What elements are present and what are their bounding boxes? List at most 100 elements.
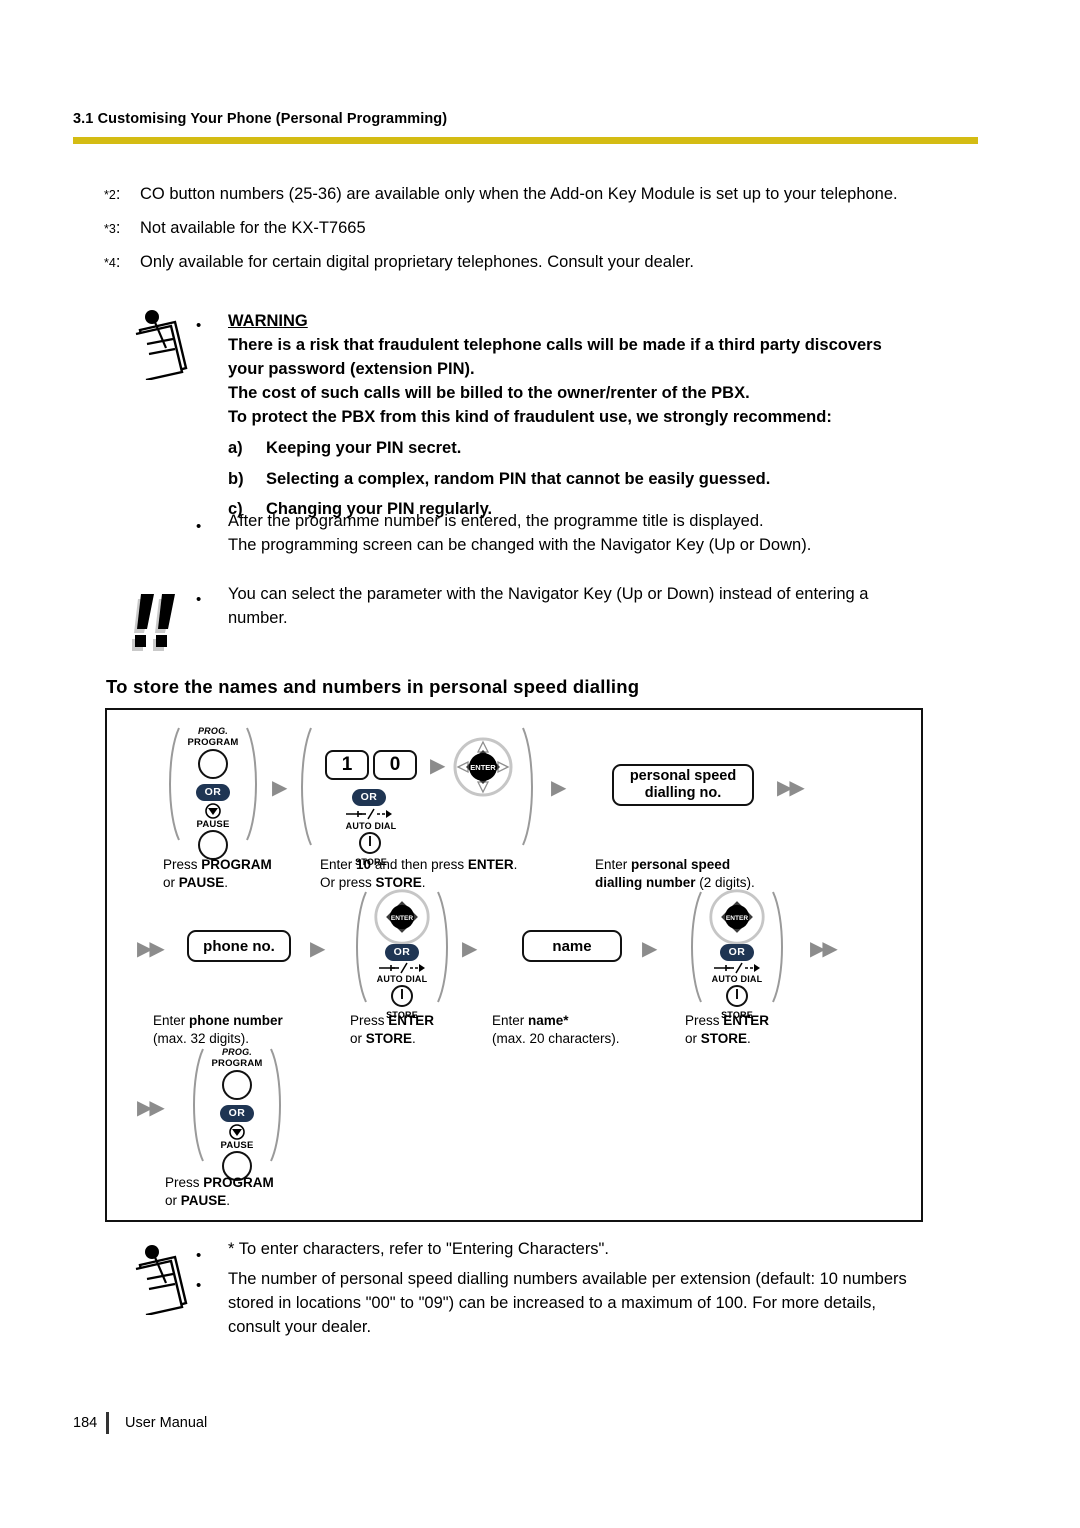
navigator-key-enter-2[interactable]: ENTER <box>373 888 431 951</box>
item-text: Keeping your PIN secret. <box>266 438 462 457</box>
bottom-note-bullet-2: • <box>196 1277 202 1294</box>
digit-key-0[interactable]: 0 <box>373 750 417 780</box>
item-text: Selecting a complex, random PIN that can… <box>266 469 771 488</box>
memo-pad-icon-bottom <box>130 1243 192 1317</box>
arrow-2: ▶ <box>551 777 566 799</box>
program-label: PROGRAM <box>187 737 239 748</box>
document-page: 3.1 Customising Your Phone (Personal Pro… <box>0 0 1080 1528</box>
store-knob-icon[interactable] <box>726 985 748 1007</box>
footnote-text: Only available for certain digital propr… <box>140 253 694 271</box>
step-enter-10-then-enter: 1 0 ▶ OR AUTO DIAL STORE ENTER <box>297 724 537 867</box>
bottom-note-1: * To enter characters, refer to "Enterin… <box>228 1240 609 1258</box>
pause-symbol-icon <box>205 803 221 819</box>
digit-key-1[interactable]: 1 <box>325 750 369 780</box>
caption-phone-number: Enter phone number (max. 32 digits). <box>153 1013 283 1046</box>
navigator-key-enter-3[interactable]: ENTER <box>708 888 766 951</box>
arrow-9-double: ▶▶ <box>137 1097 165 1119</box>
page-header-title: 3.1 Customising Your Phone (Personal Pro… <box>73 111 448 127</box>
arrow-4-double: ▶▶ <box>137 938 165 960</box>
arrow-1: ▶ <box>272 777 287 799</box>
procedure-flow-diagram: PROG. PROGRAM OR PAUSE ▶ 1 0 ▶ OR AUTO D… <box>105 708 923 1222</box>
note-after-warning: After the programme number is entered, t… <box>228 510 988 558</box>
navigator-key-enter-1[interactable]: ENTER <box>452 736 514 803</box>
footnote-3: *3: Not available for the KX-T7665 <box>104 217 984 239</box>
caption-enter-10: Enter 10 and then press ENTER. Or press … <box>320 857 518 890</box>
display-personal-speed-dialling-no: personal speed dialling no. <box>612 764 754 806</box>
footnote-2: *2: CO button numbers (25-36) are availa… <box>104 183 984 205</box>
note-bang-block: You can select the parameter with the Na… <box>228 583 968 631</box>
arrow-5: ▶ <box>310 938 325 960</box>
item-label: b) <box>228 469 244 488</box>
bang-note-line-2: number. <box>228 608 288 627</box>
note-line-1: After the programme number is entered, t… <box>228 512 764 530</box>
warning-line-3: The cost of such calls will be billed to… <box>228 383 750 402</box>
caption-name: Enter name* (max. 20 characters). <box>492 1013 620 1046</box>
footnote-text: CO button numbers (25-36) are available … <box>140 185 898 203</box>
arrow-inner: ▶ <box>430 755 445 777</box>
step-press-program-or-pause-1: PROG. PROGRAM OR PAUSE <box>163 724 263 860</box>
warning-line-1: There is a risk that fraudulent telephon… <box>228 335 882 354</box>
footer-label: User Manual <box>125 1415 208 1431</box>
footnote-4: *4: Only available for certain digital p… <box>104 251 984 273</box>
auto-dial-symbol-icon <box>346 808 392 820</box>
or-badge: OR <box>220 1105 254 1122</box>
store-knob-icon[interactable] <box>359 832 381 854</box>
auto-dial-label: AUTO DIAL <box>345 821 397 831</box>
store-knob-icon[interactable] <box>391 985 413 1007</box>
bang-note-bullet: • <box>196 591 202 608</box>
program-key-button[interactable] <box>198 749 228 779</box>
caption-press-program-or-pause-2: Press PROGRAM or PAUSE. <box>165 1175 274 1208</box>
caption-press-enter-or-store-1: Press ENTER or STORE. <box>350 1013 435 1046</box>
caption-press-enter-or-store-2: Press ENTER or STORE. <box>685 1013 770 1046</box>
warning-line-2: your password (extension PIN). <box>228 359 475 378</box>
step-press-enter-or-store-2: ENTER OR AUTO DIAL STORE <box>687 888 787 1020</box>
program-label: PROGRAM <box>211 1058 263 1069</box>
procedure-heading: To store the names and numbers in person… <box>106 676 640 697</box>
display-line-1: personal speed <box>629 768 737 785</box>
double-exclamation-icon <box>128 589 188 655</box>
bottom-note-2-line-2: stored in locations "00" to "09") can be… <box>228 1293 876 1312</box>
svg-text:ENTER: ENTER <box>391 915 413 922</box>
footnote-text: Not available for the KX-T7665 <box>140 219 366 237</box>
warning-item-b: b) Selecting a complex, random PIN that … <box>228 468 988 492</box>
bottom-note-2: The number of personal speed dialling nu… <box>228 1268 998 1340</box>
display-line-1: name <box>552 937 592 955</box>
bottom-note-2-line-1: The number of personal speed dialling nu… <box>228 1270 907 1288</box>
note-line-2: The programming screen can be changed wi… <box>228 535 812 554</box>
or-badge: OR <box>196 784 230 801</box>
warning-title: WARNING <box>228 312 308 330</box>
display-name: name <box>522 930 622 962</box>
svg-text:ENTER: ENTER <box>470 763 496 772</box>
prog-label-italic: PROG. <box>197 726 228 736</box>
bottom-note-2-line-3: consult your dealer. <box>228 1317 372 1336</box>
display-line-1: phone no. <box>203 937 275 955</box>
memo-pad-icon <box>130 308 192 382</box>
or-badge: OR <box>352 789 386 806</box>
or-badge: OR <box>720 944 754 961</box>
arrow-8-double: ▶▶ <box>810 938 838 960</box>
bottom-note-bullet-1: • <box>196 1247 202 1264</box>
arrow-7: ▶ <box>642 938 657 960</box>
footer-divider <box>106 1412 109 1434</box>
caption-press-program-or-pause-1: Press PROGRAM or PAUSE. <box>163 857 272 890</box>
pause-label: PAUSE <box>196 819 230 830</box>
warning-bullet: • <box>196 317 202 334</box>
auto-dial-label: AUTO DIAL <box>376 974 428 984</box>
program-key-button[interactable] <box>222 1070 252 1100</box>
pause-label: PAUSE <box>220 1140 254 1151</box>
header-rule <box>73 137 978 144</box>
warning-item-a: a) Keeping your PIN secret. <box>228 437 988 461</box>
bang-note-line-1: You can select the parameter with the Na… <box>228 585 869 603</box>
caption-personal-speed-dialling: Enter personal speed dialling number (2 … <box>595 857 755 890</box>
step-press-program-or-pause-2: PROG. PROGRAM OR PAUSE <box>187 1045 287 1181</box>
footnote-marker: *4: <box>104 253 121 271</box>
svg-text:ENTER: ENTER <box>726 915 748 922</box>
warning-line-4: To protect the PBX from this kind of fra… <box>228 407 832 426</box>
item-label: a) <box>228 438 243 457</box>
note-bullet: • <box>196 518 202 535</box>
step-press-enter-or-store-1: ENTER OR AUTO DIAL STORE <box>352 888 452 1020</box>
auto-dial-label: AUTO DIAL <box>711 974 763 984</box>
warning-block: WARNING There is a risk that fraudulent … <box>228 310 988 522</box>
page-number: 184 <box>73 1415 98 1431</box>
arrow-3-double: ▶▶ <box>777 777 805 799</box>
